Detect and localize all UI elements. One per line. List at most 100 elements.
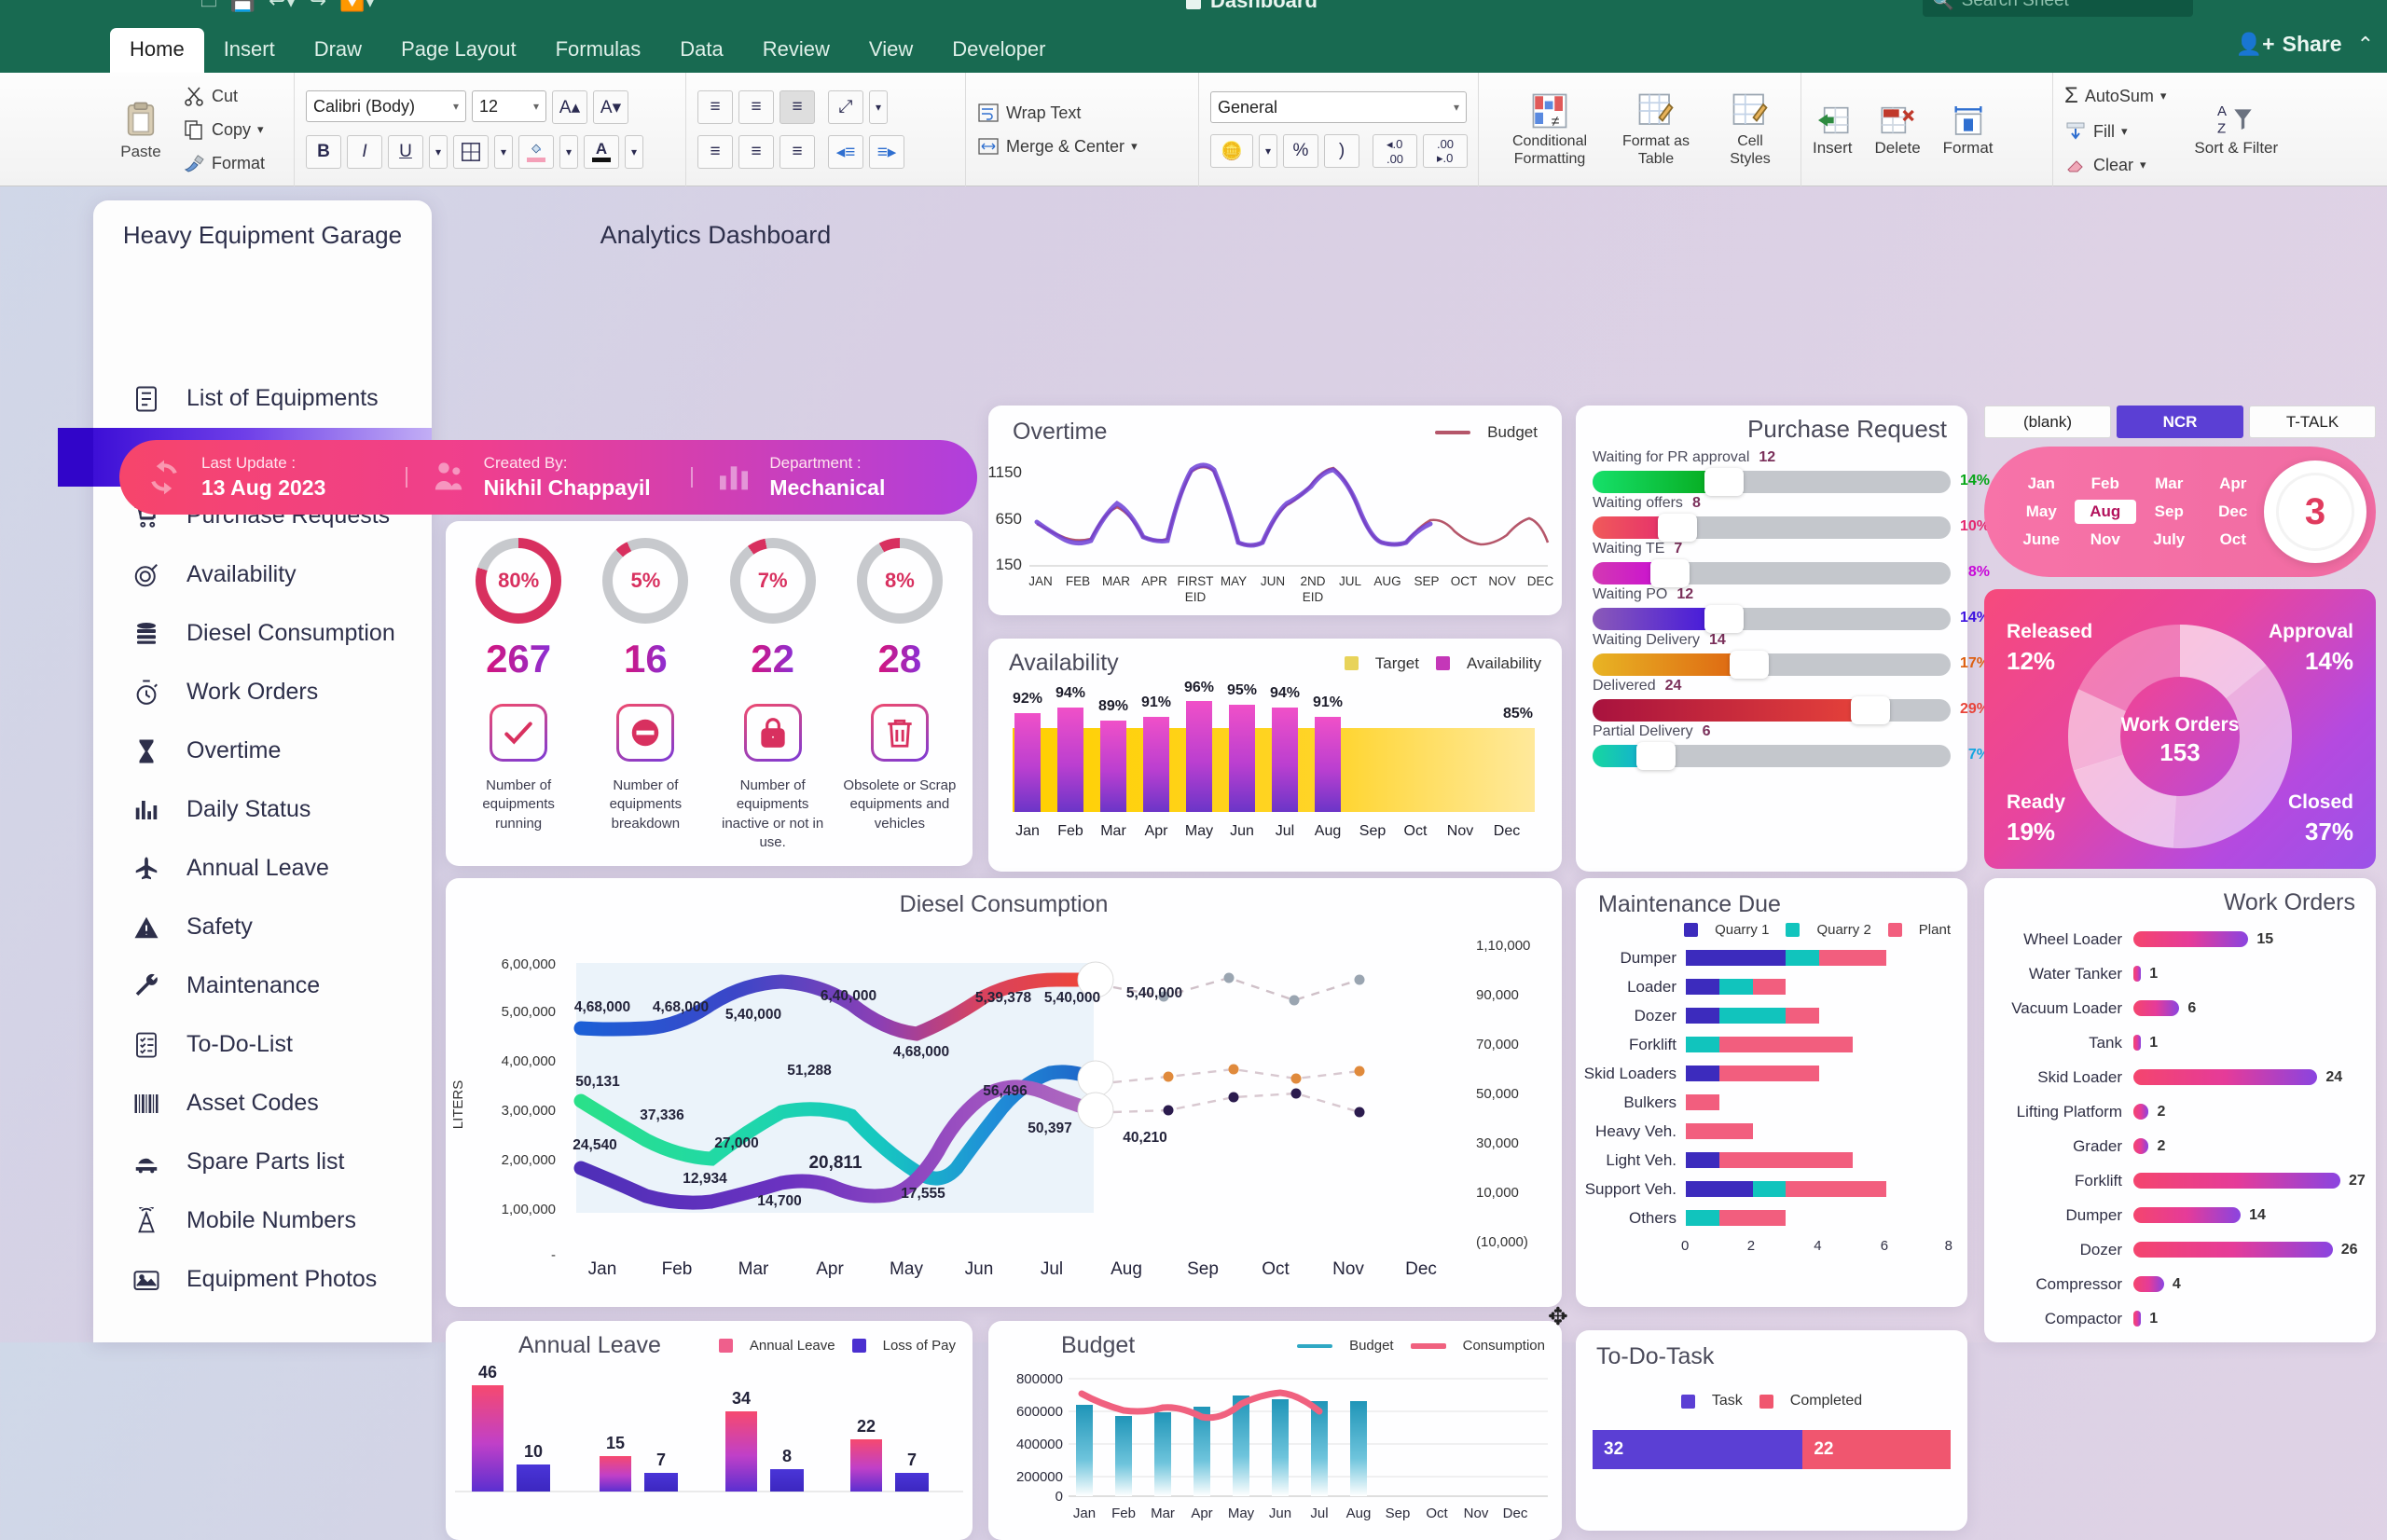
tab-page-layout[interactable]: Page Layout [381,28,536,73]
comma-style-button[interactable]: ) [1324,134,1359,168]
wrap-text-button[interactable]: Wrap Text [977,102,1138,124]
month-option-feb[interactable]: Feb [2075,472,2137,496]
tab-draw[interactable]: Draw [295,28,381,73]
autofilter-icon[interactable]: 🔽▾ [339,0,375,13]
align-center-button[interactable]: ≡ [738,135,774,169]
sidebar-item-overtime[interactable]: Overtime [93,722,432,780]
font-color-dropdown[interactable]: ▾ [625,135,643,169]
pr-progress-track[interactable]: 8% [1593,559,1990,587]
month-option-june[interactable]: June [2010,528,2073,552]
month-option-aug[interactable]: Aug [2074,500,2136,524]
pr-progress-track[interactable]: 29% [1593,696,1990,724]
orientation-dropdown[interactable]: ▾ [869,90,888,124]
month-option-dec[interactable]: Dec [2202,500,2265,524]
month-option-sep[interactable]: Sep [2138,500,2201,524]
sidebar-item-asset-codes[interactable]: Asset Codes [93,1074,432,1133]
number-format-combo[interactable]: General ▾ [1210,91,1467,123]
month-option-oct[interactable]: Oct [2202,528,2265,552]
sidebar-item-diesel-consumption[interactable]: Diesel Consumption [93,604,432,663]
ribbon-tabs[interactable]: Home Insert Draw Page Layout Formulas Da… [110,28,1066,73]
align-right-button[interactable]: ≡ [780,135,815,169]
pr-progress-knob[interactable] [1704,605,1744,633]
month-option-may[interactable]: May [2010,500,2073,524]
insert-cells-button[interactable]: Insert [1813,102,1853,158]
slicer-option-blank[interactable]: (blank) [1984,406,2111,438]
sidebar-item-list-of-equipments[interactable]: List of Equipments [93,369,432,428]
pr-progress-knob[interactable] [1729,651,1769,679]
paste-button[interactable]: Paste [101,98,181,161]
bold-button[interactable]: B [306,135,341,169]
increase-decimal-button[interactable]: ◂.0.00 [1373,134,1417,168]
tab-developer[interactable]: Developer [932,28,1065,73]
pr-progress-knob[interactable] [1658,514,1697,542]
sidebar-item-spare-parts-list[interactable]: Spare Parts list [93,1133,432,1191]
italic-button[interactable]: I [347,135,382,169]
fill-color-dropdown[interactable]: ▾ [559,135,578,169]
format-painter-button[interactable]: Format [183,152,265,174]
align-left-button[interactable]: ≡ [697,135,733,169]
cell-styles-button[interactable]: Cell Styles [1718,91,1783,168]
decrease-decimal-button[interactable]: .00 ▸.0 [1423,134,1468,168]
chevron-down-icon[interactable]: ▾ [1454,101,1459,114]
month-option-july[interactable]: July [2138,528,2201,552]
month-option-nov[interactable]: Nov [2075,528,2137,552]
tab-insert[interactable]: Insert [204,28,295,73]
quick-access-toolbar[interactable]: 🗋 💾 ↩▾ ↪ 🔽▾ [200,0,375,19]
tab-data[interactable]: Data [660,28,742,73]
tab-home[interactable]: Home [110,28,204,73]
chevron-down-icon[interactable]: ▾ [453,100,459,113]
month-slicer[interactable]: Jan Feb Mar Apr May Aug Sep Dec June Nov July Oct 3 [1984,447,2376,577]
share-area[interactable]: 👤+ Share ⌃ [2236,32,2374,57]
pr-progress-track[interactable]: 10% [1593,514,1990,542]
fill-button[interactable]: Fill ▾ [2064,120,2166,143]
tab-review[interactable]: Review [743,28,849,73]
autosum-button[interactable]: Σ AutoSum ▾ [2064,83,2166,109]
sidebar-item-annual-leave[interactable]: Annual Leave [93,839,432,898]
fill-color-button[interactable] [518,135,554,169]
share-button[interactable]: 👤+ Share [2236,32,2342,57]
department-slicer[interactable]: (blank) NCR T-TALK [1984,406,2376,438]
pr-progress-track[interactable]: 17% [1593,651,1990,679]
orientation-button[interactable]: ⤢ [828,90,863,124]
underline-dropdown[interactable]: ▾ [429,135,448,169]
search-input[interactable]: Search Sheet [1962,0,2069,11]
align-top-button[interactable]: ≡ [697,90,733,124]
clear-button[interactable]: Clear ▾ [2064,154,2166,176]
redo-icon[interactable]: ↪ [310,0,326,13]
currency-button[interactable]: 🪙 [1210,134,1253,168]
sidebar-item-to-do-list[interactable]: To-Do-List [93,1015,432,1074]
font-family-combo[interactable]: Calibri (Body) ▾ [306,90,466,122]
pr-progress-track[interactable]: 14% [1593,468,1990,496]
chevron-down-icon[interactable]: ▾ [2160,89,2167,103]
increase-font-size-button[interactable]: A▴ [552,90,587,124]
pr-progress-knob[interactable] [1704,468,1744,496]
format-as-table-button[interactable]: Format as Table [1615,91,1697,168]
format-cells-button[interactable]: Format [1943,102,1994,158]
pr-progress-knob[interactable] [1650,559,1690,587]
font-color-button[interactable]: A [584,135,619,169]
underline-button[interactable]: U [388,135,423,169]
month-option-mar[interactable]: Mar [2138,472,2201,496]
sidebar-item-mobile-numbers[interactable]: Mobile Numbers [93,1191,432,1250]
delete-cells-button[interactable]: Delete [1875,102,1921,158]
currency-dropdown[interactable]: ▾ [1259,134,1277,168]
chevron-down-icon[interactable]: ▾ [533,100,539,113]
sidebar-item-safety[interactable]: Safety [93,898,432,956]
month-option-jan[interactable]: Jan [2010,472,2073,496]
tab-view[interactable]: View [849,28,932,73]
chevron-down-icon[interactable]: ▾ [2140,158,2146,172]
pr-progress-knob[interactable] [1635,742,1676,770]
decrease-font-size-button[interactable]: A▾ [593,90,628,124]
increase-indent-button[interactable]: ≡▸ [869,135,904,169]
collapse-ribbon-icon[interactable]: ⌃ [2357,33,2374,57]
sidebar-item-work-orders[interactable]: Work Orders [93,663,432,722]
copy-button[interactable]: Copy ▾ [183,118,265,141]
borders-dropdown[interactable]: ▾ [494,135,513,169]
slicer-option-ncr[interactable]: NCR [2117,406,2243,438]
align-bottom-button[interactable]: ≡ [780,90,815,124]
sidebar-item-availability[interactable]: Availability [93,545,432,604]
chevron-down-icon[interactable]: ▾ [2121,124,2128,139]
month-option-apr[interactable]: Apr [2202,472,2265,496]
cut-button[interactable]: Cut [183,85,265,107]
sidebar-item-equipment-photos[interactable]: Equipment Photos [93,1250,432,1309]
